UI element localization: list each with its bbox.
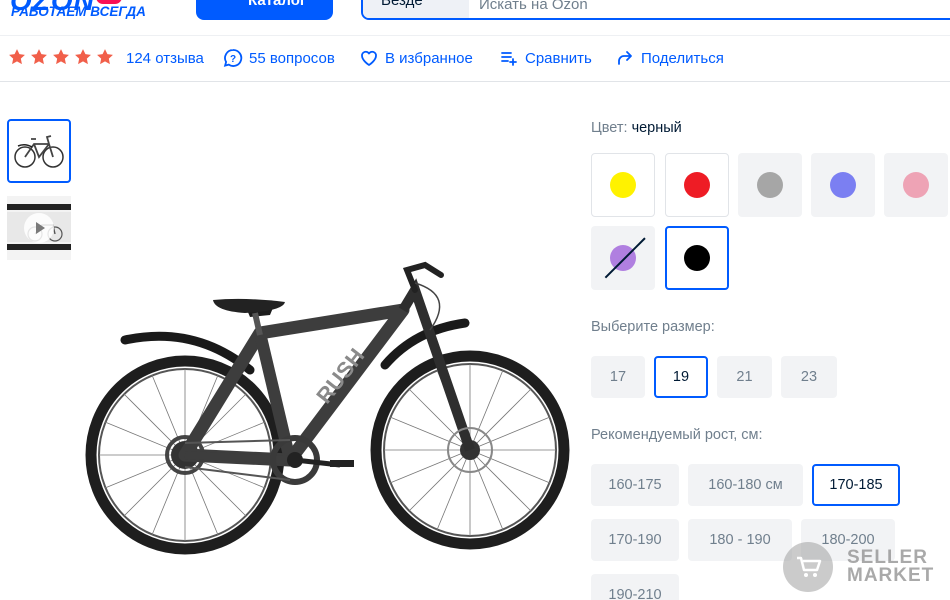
compare-list-icon (501, 52, 517, 66)
search-scope-select[interactable]: Везде (363, 0, 469, 18)
gallery-thumbnail-1[interactable] (7, 119, 71, 183)
color-swatch-black-selected[interactable] (665, 226, 729, 290)
compare-label: Сравнить (525, 49, 592, 67)
search-input[interactable] (479, 0, 939, 18)
size-option-19-selected[interactable]: 19 (654, 356, 708, 398)
color-dot-gray (757, 172, 783, 198)
height-option-170-185-selected[interactable]: 170-185 (812, 464, 900, 506)
size-label: Выберите размер: (591, 319, 715, 335)
color-dot-red (684, 172, 710, 198)
color-label: Цвет: черный (591, 120, 682, 136)
height-option-160-175[interactable]: 160-175 (591, 464, 679, 506)
chat-question-icon: ? (223, 49, 243, 67)
product-image-bicycle[interactable]: RUSH (85, 255, 575, 555)
height-option-190-210[interactable]: 190-210 (591, 574, 679, 600)
star-icon (31, 49, 47, 65)
svg-text:?: ? (230, 54, 236, 65)
favorite-label: В избранное (385, 49, 473, 67)
color-swatch-gray[interactable] (738, 153, 802, 217)
gallery-video-thumbnail[interactable] (7, 196, 71, 260)
ozon-logo[interactable]: OZON РАБОТАЕМ ВСЕГДА (10, 0, 160, 22)
color-swatch-red[interactable] (665, 153, 729, 217)
color-swatch-blue[interactable] (811, 153, 875, 217)
star-icon (9, 49, 25, 65)
color-dot-black (684, 245, 710, 271)
share-link[interactable]: Поделиться (615, 48, 724, 68)
reviews-count: 124 отзыва (126, 49, 204, 67)
play-icon (24, 213, 54, 243)
header: OZON РАБОТАЕМ ВСЕГДА Каталог Везде (0, 0, 950, 36)
share-arrow-icon (618, 51, 632, 65)
size-option-17[interactable]: 17 (591, 356, 645, 398)
size-option-21[interactable]: 21 (717, 356, 772, 398)
menu-icon (214, 0, 230, 3)
questions-link[interactable]: ? 55 вопросов (223, 48, 335, 68)
height-option-170-190[interactable]: 170-190 (591, 519, 679, 561)
bicycle-thumbnail-image (14, 135, 64, 168)
star-icon (97, 49, 113, 65)
color-selected-value: черный (631, 120, 682, 136)
compare-link[interactable]: Сравнить (499, 48, 592, 68)
color-swatch-pink[interactable] (884, 153, 948, 217)
shopping-cart-icon (797, 556, 822, 577)
watermark-line-2: MARKET (847, 565, 935, 586)
rating-stars[interactable] (7, 47, 115, 67)
logo-slogan: РАБОТАЕМ ВСЕГДА (11, 4, 146, 19)
height-option-160-180[interactable]: 160-180 см (688, 464, 803, 506)
size-option-23[interactable]: 23 (781, 356, 837, 398)
catalog-button[interactable]: Каталог (196, 0, 333, 20)
color-dot-yellow (610, 172, 636, 198)
heart-icon (361, 50, 377, 66)
search-bar: Везде (361, 0, 950, 20)
color-label-text: Цвет: (591, 120, 628, 136)
star-icon (75, 49, 91, 65)
questions-count: 55 вопросов (249, 49, 335, 67)
product-meta-bar: 124 отзыва ? 55 вопросов В избранное Сра… (0, 36, 950, 82)
catalog-button-label: Каталог (248, 0, 307, 9)
color-swatch-purple-unavailable[interactable] (591, 226, 655, 290)
color-dot-blue (830, 172, 856, 198)
star-icon (53, 49, 69, 65)
height-label: Рекомендуемый рост, см: (591, 427, 763, 443)
favorite-link[interactable]: В избранное (359, 48, 473, 68)
height-option-180-190[interactable]: 180 - 190 (688, 519, 792, 561)
reviews-link[interactable]: 124 отзыва (126, 48, 204, 68)
share-label: Поделиться (641, 49, 724, 67)
color-swatch-yellow[interactable] (591, 153, 655, 217)
color-dot-pink (903, 172, 929, 198)
seller-market-watermark: SELLER MARKET (783, 540, 950, 598)
